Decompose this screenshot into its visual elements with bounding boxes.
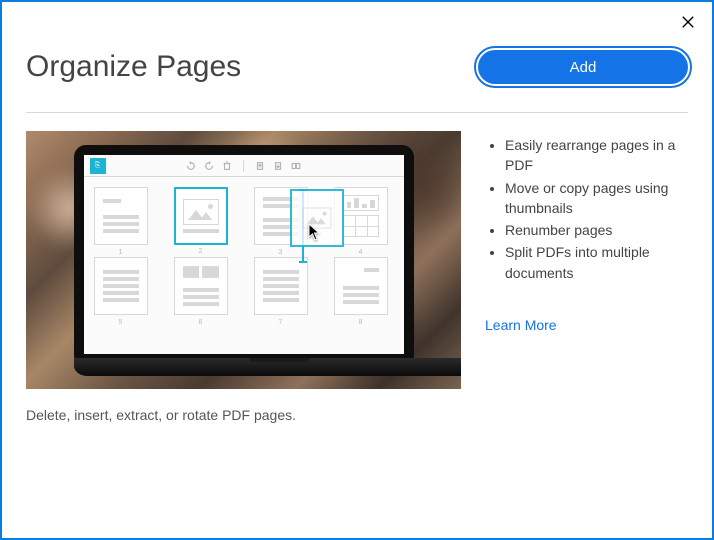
preview-image: ⎘ [26, 131, 461, 389]
page-thumb: 1 [94, 187, 148, 245]
page-thumb: 6 [174, 257, 228, 315]
feature-list: Easily rearrange pages in a PDF Move or … [485, 135, 688, 283]
drag-ghost [290, 189, 344, 247]
page-title: Organize Pages [26, 50, 241, 84]
delete-icon [222, 161, 232, 171]
page-thumb: 8 [334, 257, 388, 315]
page-thumb: 5 [94, 257, 148, 315]
feature-item: Move or copy pages using thumbnails [505, 178, 688, 219]
feature-item: Easily rearrange pages in a PDF [505, 135, 688, 176]
rotate-left-icon [186, 161, 196, 171]
learn-more-link[interactable]: Learn More [485, 317, 557, 333]
add-button[interactable]: Add [478, 50, 688, 84]
insert-icon [273, 161, 283, 171]
extract-icon [255, 161, 265, 171]
close-icon [681, 15, 695, 29]
feature-item: Renumber pages [505, 220, 688, 240]
divider [26, 112, 688, 113]
page-thumb: 7 [254, 257, 308, 315]
app-badge-icon: ⎘ [90, 158, 106, 174]
feature-item: Split PDFs into multiple documents [505, 242, 688, 283]
page-thumb-selected: 2 [174, 187, 228, 245]
caption: Delete, insert, extract, or rotate PDF p… [26, 407, 461, 423]
close-button[interactable] [676, 10, 700, 34]
rotate-right-icon [204, 161, 214, 171]
split-icon [291, 161, 301, 171]
